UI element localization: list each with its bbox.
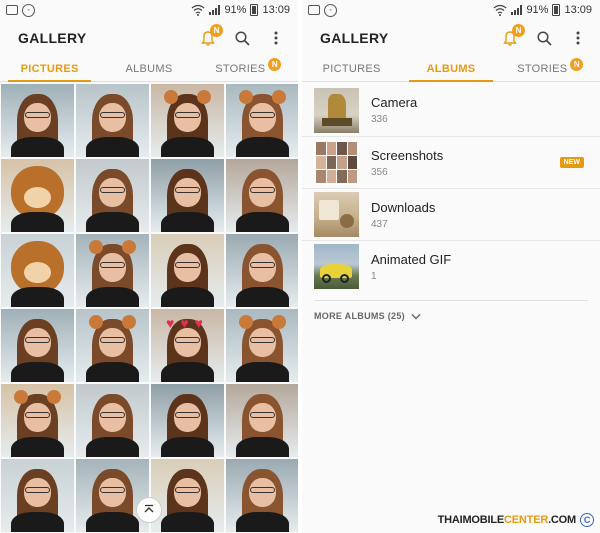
photo-thumbnail[interactable] — [151, 84, 224, 157]
notification-bell-button[interactable]: N — [502, 24, 525, 46]
gallery-pictures-screen: ◦ 91% 13:09 GALLERY N PICTURES ALBUMS ST… — [0, 0, 298, 533]
app-bar: GALLERY N — [302, 20, 600, 56]
more-vertical-icon — [576, 31, 580, 45]
album-count: 1 — [371, 270, 377, 282]
album-count: 336 — [371, 114, 388, 125]
photo-thumbnail[interactable] — [1, 159, 74, 232]
search-icon — [234, 30, 250, 46]
more-albums-button[interactable]: MORE ALBUMS (25) — [314, 300, 588, 321]
status-bar: ◦ 91% 13:09 — [302, 0, 600, 20]
stories-badge: N — [268, 58, 282, 71]
album-downloads[interactable]: Downloads 437 — [302, 188, 600, 240]
notification-badge: N — [210, 24, 223, 37]
album-screenshots[interactable]: Screenshots 356 NEW — [302, 136, 600, 188]
album-thumbnail — [314, 140, 359, 185]
tab-pictures[interactable]: PICTURES — [302, 56, 401, 81]
more-options-button[interactable] — [570, 30, 586, 46]
album-list: Camera 336 Screenshots 356 NEW Downloads… — [302, 84, 600, 292]
album-thumbnail — [314, 192, 359, 237]
tab-bar: PICTURES ALBUMS STORIES N — [302, 56, 600, 82]
photo-thumbnail[interactable] — [76, 84, 149, 157]
watermark: THAIMOBILECENTER.COM C — [438, 513, 594, 527]
photo-thumbnail[interactable] — [76, 309, 149, 382]
image-notification-icon — [308, 5, 320, 15]
tab-albums[interactable]: ALBUMS — [401, 56, 500, 82]
photo-thumbnail[interactable] — [1, 84, 74, 157]
signal-icon — [209, 5, 221, 15]
album-count: 356 — [371, 166, 388, 178]
tab-bar: PICTURES ALBUMS STORIES N — [0, 56, 298, 82]
signal-icon — [511, 5, 523, 15]
tab-pictures[interactable]: PICTURES — [0, 56, 99, 82]
chevron-down-icon — [411, 313, 421, 319]
watermark-text: THAIMOBILECENTER.COM — [437, 514, 577, 526]
battery-icon — [250, 4, 259, 16]
photo-thumbnail[interactable] — [151, 234, 224, 307]
status-bar: ◦ 91% 13:09 — [0, 0, 298, 20]
tab-stories[interactable]: STORIES N — [199, 56, 298, 81]
gallery-albums-screen: ◦ 91% 13:09 GALLERY N PICTURES ALBUMS ST… — [302, 0, 600, 533]
photo-thumbnail[interactable] — [226, 459, 298, 532]
scroll-to-top-button[interactable] — [136, 497, 162, 523]
album-name: Animated GIF — [371, 251, 452, 267]
photo-thumbnail[interactable] — [226, 84, 298, 157]
search-button[interactable] — [234, 30, 250, 46]
search-button[interactable] — [536, 30, 552, 46]
notification-bell-button[interactable]: N — [200, 24, 223, 46]
album-count: 437 — [371, 218, 388, 230]
stories-badge: N — [570, 58, 584, 71]
photo-thumbnail[interactable] — [226, 234, 298, 307]
photo-thumbnail[interactable] — [151, 159, 224, 232]
album-name: Camera — [371, 95, 418, 110]
photo-thumbnail[interactable] — [1, 309, 74, 382]
wifi-icon — [494, 4, 507, 16]
notification-badge: N — [512, 24, 525, 37]
photo-thumbnail[interactable] — [76, 159, 149, 232]
app-bar: GALLERY N — [0, 20, 298, 56]
album-animated-gif[interactable]: Animated GIF 1 — [302, 240, 600, 292]
album-name: Screenshots — [371, 147, 444, 163]
app-title: GALLERY — [18, 30, 87, 46]
album-name: Downloads — [371, 199, 436, 215]
album-thumbnail — [314, 244, 359, 289]
more-vertical-icon — [274, 31, 278, 45]
app-notification-icon: ◦ — [22, 3, 35, 17]
scroll-top-icon — [144, 504, 154, 513]
photo-thumbnail[interactable] — [1, 384, 74, 457]
photo-grid: ♥♥♥ — [0, 84, 298, 532]
photo-thumbnail[interactable] — [76, 384, 149, 457]
clock: 13:09 — [564, 4, 592, 16]
image-notification-icon — [6, 5, 18, 15]
photo-thumbnail[interactable] — [151, 384, 224, 457]
battery-percent: 91% — [224, 4, 247, 16]
album-thumbnail — [314, 87, 359, 133]
battery-icon — [552, 4, 561, 16]
photo-thumbnail[interactable] — [1, 234, 74, 307]
more-options-button[interactable] — [268, 30, 284, 46]
photo-thumbnail[interactable] — [1, 459, 74, 532]
photo-thumbnail[interactable] — [76, 459, 149, 532]
photo-thumbnail[interactable] — [76, 234, 149, 307]
clock: 13:09 — [262, 4, 290, 16]
tab-stories[interactable]: STORIES N — [501, 56, 600, 81]
wifi-icon — [192, 4, 205, 16]
photo-thumbnail[interactable] — [226, 384, 298, 457]
battery-percent: 91% — [526, 4, 549, 16]
app-notification-icon: ◦ — [324, 3, 337, 17]
app-title: GALLERY — [320, 30, 389, 46]
more-albums-label: MORE ALBUMS (25) — [314, 311, 405, 321]
tab-albums[interactable]: ALBUMS — [99, 56, 198, 81]
new-badge: NEW — [559, 157, 584, 168]
photo-thumbnail[interactable] — [226, 309, 298, 382]
search-icon — [536, 30, 552, 46]
photo-thumbnail[interactable] — [226, 159, 298, 232]
photo-thumbnail[interactable] — [151, 459, 224, 532]
watermark-logo-icon: C — [580, 513, 594, 527]
photo-thumbnail[interactable]: ♥♥♥ — [151, 309, 224, 382]
album-camera[interactable]: Camera 336 — [302, 84, 600, 136]
